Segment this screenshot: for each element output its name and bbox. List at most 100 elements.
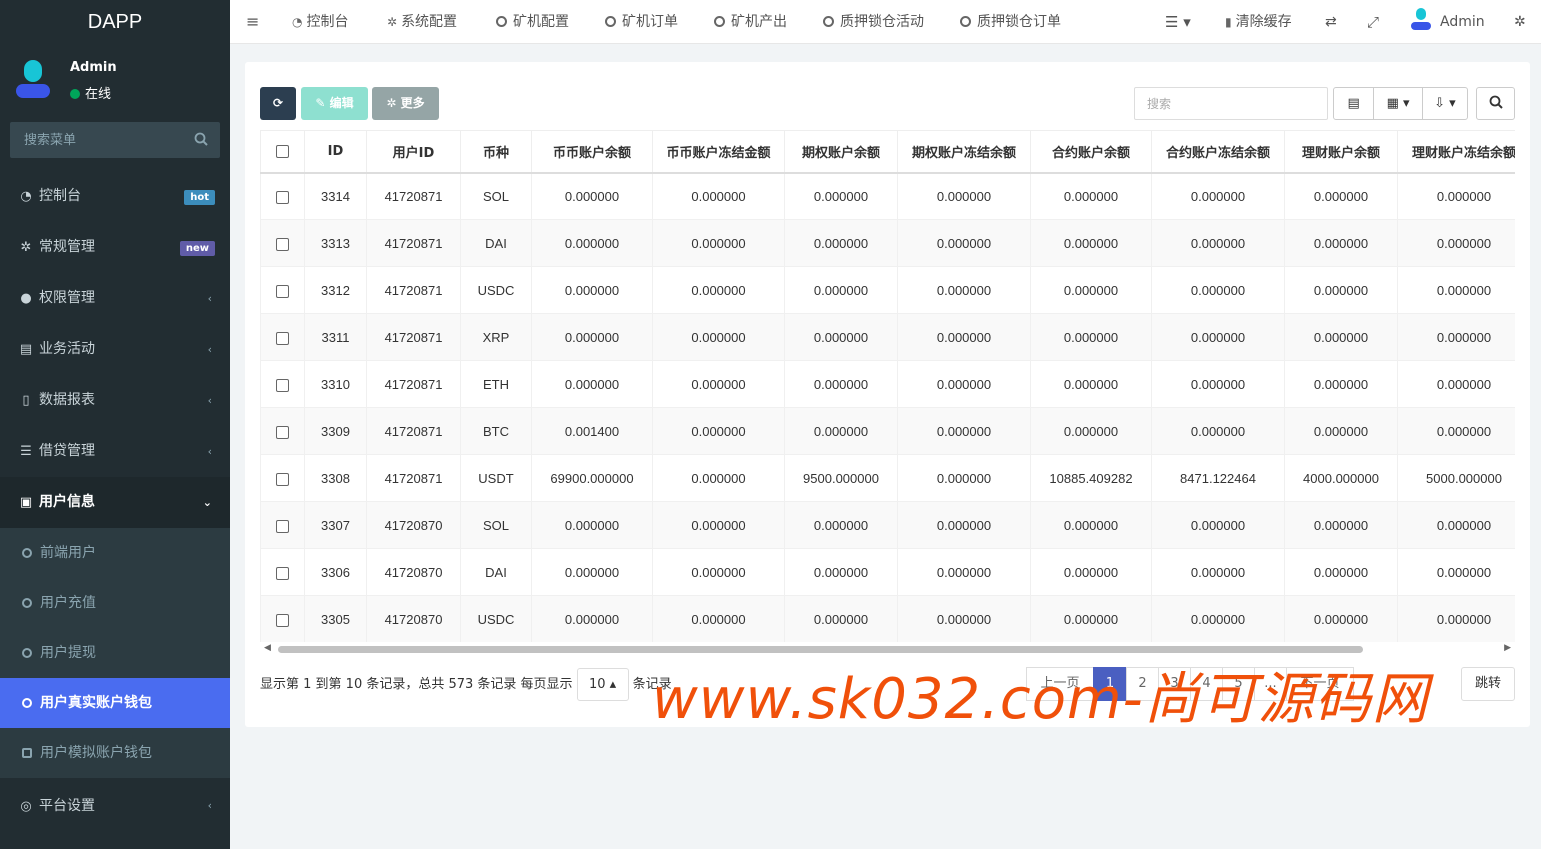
horizontal-scrollbar[interactable]: ◀ ▶	[260, 642, 1515, 656]
row-checkbox[interactable]	[260, 266, 305, 314]
table-cell: 0.000000	[1030, 266, 1152, 314]
settings-gear-icon[interactable]: ✲	[1514, 0, 1526, 44]
table-cell: 0.000000	[897, 313, 1031, 361]
sidebar-item-general[interactable]: ✲ 常规管理 new	[0, 222, 230, 273]
column-header[interactable]: 合约账户冻结余额	[1151, 130, 1285, 174]
table-cell: 0.000000	[1397, 360, 1515, 408]
table-row[interactable]: 3306 41720870 DAI 0.000000 0.000000 0.000000 0…	[260, 548, 1515, 596]
column-header[interactable]: 用户ID	[366, 130, 461, 174]
scroll-right-icon[interactable]: ▶	[1504, 643, 1511, 653]
topnav-miner-output[interactable]: 矿机产出	[714, 0, 787, 44]
sidebar-item-business[interactable]: ▤ 业务活动 ‹	[0, 324, 230, 375]
search-icon[interactable]	[194, 132, 208, 146]
topnav-system-config[interactable]: ✲ 系统配置	[387, 0, 457, 44]
sidebar-item-real-wallet[interactable]: 用户真实账户钱包	[0, 678, 230, 728]
search-button[interactable]	[1476, 87, 1515, 120]
column-header[interactable]: 合约账户余额	[1030, 130, 1152, 174]
row-checkbox[interactable]	[260, 313, 305, 361]
topnav-staking-activity[interactable]: 质押锁仓活动	[823, 0, 924, 44]
table-row[interactable]: 3313 41720871 DAI 0.000000 0.000000 0.000000 0…	[260, 219, 1515, 267]
page-size-select[interactable]: 10 ▴	[576, 668, 629, 701]
sidebar-item-auth[interactable]: ● 权限管理 ‹	[0, 273, 230, 324]
circle-icon	[960, 16, 971, 27]
row-checkbox[interactable]	[260, 219, 305, 267]
table-cell: 0.000000	[897, 501, 1031, 549]
table-cell: 0.000000	[1030, 501, 1152, 549]
language-icon[interactable]: ⇄	[1325, 0, 1337, 44]
table-row[interactable]: 3307 41720870 SOL 0.000000 0.000000 0.000000 0…	[260, 501, 1515, 549]
row-checkbox[interactable]	[260, 454, 305, 502]
dashboard-icon: ◔	[292, 15, 303, 29]
row-checkbox[interactable]	[260, 407, 305, 455]
topnav-miner-config[interactable]: 矿机配置	[496, 0, 569, 44]
table-search-input[interactable]	[1134, 87, 1328, 120]
sidebar-item-loans[interactable]: ☰ 借贷管理 ‹	[0, 426, 230, 477]
edit-button[interactable]: ✎ 编辑	[301, 87, 368, 120]
sidebar-item-frontend-users[interactable]: 前端用户	[0, 528, 230, 578]
refresh-button[interactable]: ⟳	[260, 87, 296, 120]
row-checkbox[interactable]	[260, 360, 305, 408]
column-header[interactable]: 理财账户冻结余额	[1397, 130, 1515, 174]
chevron-left-icon: ‹	[207, 799, 212, 812]
table-cell: 41720871	[366, 360, 461, 408]
more-button[interactable]: ✲ 更多	[372, 87, 439, 120]
trash-icon: ▮	[1225, 15, 1232, 29]
sidebar-item-reports[interactable]: ▯ 数据报表 ‹	[0, 375, 230, 426]
scrollbar-thumb[interactable]	[278, 646, 1363, 653]
column-header[interactable]: ID	[304, 130, 367, 174]
topnav-miner-orders[interactable]: 矿机订单	[605, 0, 678, 44]
row-checkbox[interactable]	[260, 595, 305, 642]
table-cell: 0.000000	[531, 595, 653, 642]
admin-menu[interactable]: Admin	[1410, 0, 1485, 44]
sidebar-item-recharge[interactable]: 用户充值	[0, 578, 230, 628]
jump-button[interactable]: 跳转	[1461, 667, 1515, 701]
table-cell: 0.000000	[1284, 501, 1398, 549]
row-checkbox[interactable]	[260, 548, 305, 596]
column-header[interactable]: 币币账户余额	[531, 130, 653, 174]
sidebar-item-dashboard[interactable]: ◔ 控制台 hot	[0, 171, 230, 222]
table-cell: 0.000000	[531, 548, 653, 596]
circle-icon	[22, 648, 32, 658]
table-cell: 0.000000	[1151, 266, 1285, 314]
column-header[interactable]: 币种	[460, 130, 532, 174]
table-cell: 0.000000	[897, 548, 1031, 596]
table-cell: 3309	[304, 407, 367, 455]
table-cell: 0.000000	[531, 313, 653, 361]
select-all-checkbox[interactable]	[260, 130, 305, 174]
topnav-staking-orders[interactable]: 质押锁仓订单	[960, 0, 1061, 44]
menu-toggle-icon[interactable]: ≡	[246, 0, 259, 44]
table-row[interactable]: 3312 41720871 USDC 0.000000 0.000000 0.000000…	[260, 266, 1515, 314]
table-row[interactable]: 3310 41720871 ETH 0.000000 0.000000 0.000000 0…	[260, 360, 1515, 408]
export-dropdown-icon[interactable]: ⇩ ▾	[1423, 88, 1467, 119]
sidebar-item-demo-wallet[interactable]: 用户模拟账户钱包	[0, 728, 230, 778]
columns-dropdown-icon[interactable]: ▦ ▾	[1374, 88, 1423, 119]
table-cell: 41720871	[366, 407, 461, 455]
sidebar-item-user-info[interactable]: ▣ 用户信息 ⌄	[0, 477, 230, 528]
table-row[interactable]: 3314 41720871 SOL 0.000000 0.000000 0.000000 0…	[260, 172, 1515, 220]
sidebar-item-platform-settings[interactable]: ◎ 平台设置 ‹	[0, 778, 230, 834]
clear-cache-button[interactable]: ▮ 清除缓存	[1225, 0, 1292, 44]
table-row[interactable]: 3305 41720870 USDC 0.000000 0.000000 0.000000…	[260, 595, 1515, 642]
table-row[interactable]: 3311 41720871 XRP 0.000000 0.000000 0.000000 0…	[260, 313, 1515, 361]
table-cell: 0.000000	[1151, 407, 1285, 455]
toggle-view-icon[interactable]: ▤	[1334, 88, 1375, 119]
column-header[interactable]: 币币账户冻结金额	[652, 130, 785, 174]
circle-icon	[496, 16, 507, 27]
fullscreen-icon[interactable]: ⤢	[1367, 0, 1379, 44]
table-row[interactable]: 3309 41720871 BTC 0.001400 0.000000 0.000000 0…	[260, 407, 1515, 455]
topnav-dashboard[interactable]: ◔ 控制台	[292, 0, 348, 44]
table-cell: USDC	[460, 595, 532, 642]
table-cell: 0.000000	[897, 454, 1031, 502]
column-header[interactable]: 期权账户冻结余额	[897, 130, 1031, 174]
sidebar-item-withdraw[interactable]: 用户提现	[0, 628, 230, 678]
table-cell: 0.000000	[784, 266, 898, 314]
brand-logo[interactable]: DAPP	[0, 0, 230, 44]
scroll-left-icon[interactable]: ◀	[264, 643, 271, 653]
column-header[interactable]: 理财账户余额	[1284, 130, 1398, 174]
table-row[interactable]: 3308 41720871 USDT 69900.000000 0.000000 9500…	[260, 454, 1515, 502]
sidebar-search-input[interactable]	[10, 122, 180, 158]
column-header[interactable]: 期权账户余额	[784, 130, 898, 174]
row-checkbox[interactable]	[260, 172, 305, 220]
row-checkbox[interactable]	[260, 501, 305, 549]
nav-list-dropdown-icon[interactable]: ☰ ▾	[1165, 0, 1191, 44]
